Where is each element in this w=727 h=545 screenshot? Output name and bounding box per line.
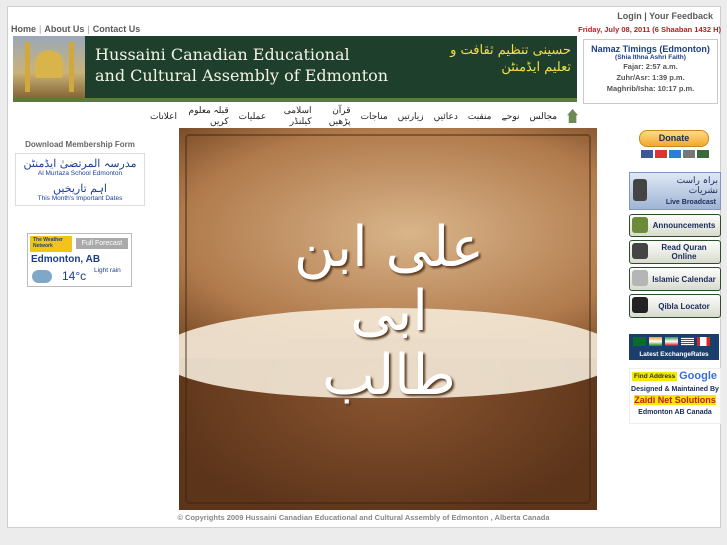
weather-network-logo: The Weather Network [30, 236, 72, 252]
visa-card-icon [641, 150, 653, 158]
namaz-title[interactable]: Namaz Timings (Edmonton) [584, 44, 717, 54]
iran-flag-icon [665, 337, 678, 346]
live-broadcast-button[interactable]: براہ راست نشریات Live Broadcast [629, 172, 721, 210]
main-calligraphy-image: علی ابن ابی طالب [179, 128, 597, 510]
zuhr-time: Zuhr/Asr: 1:39 p.m. [616, 73, 685, 82]
banner-strip [13, 98, 577, 102]
nav-quran[interactable]: قرآن پڑھیں [322, 105, 351, 127]
announcements-label: Announcements [652, 221, 716, 230]
banner-title: Hussaini Canadian Educational and Cultur… [95, 44, 388, 86]
banner-title-line2: and Cultural Assembly of Edmonton [95, 66, 389, 85]
top-nav-right: Login | Your Feedback [617, 11, 713, 21]
designed-by-label: Designed & Maintained By [631, 386, 719, 393]
zaidi-net-solutions-label: Zaidi Net Solutions [634, 395, 716, 405]
nav-manqabat[interactable]: منقبت [468, 111, 492, 122]
rain-cloud-icon [32, 270, 52, 283]
left-sidebar: Download Membership Form مدرسہ المرتضیٰ … [15, 140, 145, 206]
madrasa-en: Al Murtaza School Edmonton [37, 170, 123, 177]
mastercard-icon [655, 150, 667, 158]
separator: | [644, 11, 647, 21]
exchange-rates-link[interactable]: Latest ExchangeRates [629, 334, 719, 360]
payment-cards-icons [641, 150, 709, 158]
weather-city: Edmonton, AB [31, 254, 101, 265]
dates-urdu: اہم تاریخیں [53, 182, 107, 195]
madrasa-box[interactable]: مدرسہ المرتضیٰ ایڈمنٹن Al Murtaza School… [15, 153, 145, 206]
read-quran-button[interactable]: Read Quran Online [629, 240, 721, 264]
footer-copyright: © Copyrights 2009 Hussaini Canadian Educ… [177, 513, 550, 522]
nav-munajat[interactable]: مناجات [361, 111, 388, 122]
read-quran-label: Read Quran Online [661, 243, 707, 261]
date-line: Friday, July 08, 2011 (6 Shaaban 1432 H) [578, 25, 721, 34]
flags-row [633, 337, 710, 346]
islamic-calendar-button[interactable]: Islamic Calendar [629, 267, 721, 291]
namaz-subtitle: (Shia Ithna Ashri Faith) [615, 54, 686, 61]
banner-title-line1: Hussaini Canadian Educational [95, 45, 350, 64]
bank-icon [697, 150, 709, 158]
site-banner[interactable]: Hussaini Canadian Educational and Cultur… [13, 36, 577, 102]
golden-dome [35, 50, 63, 78]
kaaba-icon [632, 297, 648, 313]
contact-link[interactable]: Contact Us [93, 24, 141, 34]
india-flag-icon [649, 337, 662, 346]
microphone-icon [633, 179, 647, 201]
donate-widget[interactable]: Donate [635, 128, 715, 164]
nav-majalis[interactable]: مجالس [530, 111, 558, 122]
full-forecast-button[interactable]: Full Forecast [76, 238, 128, 249]
dates-en: This Month's Important Dates [37, 195, 123, 202]
designer-credit[interactable]: Find Address Google Designed & Maintaine… [629, 368, 721, 424]
google-logo: Google [679, 370, 717, 382]
feedback-link[interactable]: Your Feedback [649, 11, 713, 21]
discover-card-icon [683, 150, 695, 158]
weather-temp: 14°c [62, 269, 87, 283]
live-urdu: براہ راست نشریات [676, 176, 718, 196]
announcements-button[interactable]: Announcements [629, 214, 721, 237]
main-nav: مجالس نوحے منقبت دعائیں زیارتیں مناجات ق… [150, 105, 578, 127]
minaret-left [25, 42, 30, 92]
find-address-label: Find Address [632, 372, 678, 381]
fajr-time: Fajar: 2:57 a.m. [623, 62, 678, 71]
home-link[interactable]: Home [11, 24, 36, 34]
nav-qibla[interactable]: قبلہ معلوم کریں [187, 105, 229, 127]
quran-book-icon [632, 243, 648, 259]
qibla-locator-label: Qibla Locator [658, 301, 710, 311]
right-sidebar: Donate براہ راست نشریات Live Broadcast A… [629, 128, 721, 424]
login-link[interactable]: Login [617, 11, 642, 21]
separator: | [39, 24, 42, 34]
qibla-locator-button[interactable]: Qibla Locator [629, 294, 721, 318]
nav-elanat[interactable]: اعلانات [150, 111, 177, 122]
checkmark-icon [632, 217, 648, 233]
pakistan-flag-icon [633, 337, 646, 346]
maghrib-time: Maghrib/Isha: 10:17 p.m. [606, 84, 695, 93]
nav-duain[interactable]: دعائیں [434, 111, 458, 122]
canada-flag-icon [697, 337, 710, 346]
shrine-image [13, 36, 85, 102]
amex-card-icon [669, 150, 681, 158]
live-en: Live Broadcast [665, 199, 716, 206]
separator: | [87, 24, 90, 34]
nav-calendar[interactable]: اسلامی کیلنڈر [276, 105, 312, 127]
islamic-calendar-label: Islamic Calendar [652, 274, 716, 284]
namaz-timings-panel: Namaz Timings (Edmonton) (Shia Ithna Ash… [583, 39, 718, 104]
home-icon[interactable] [567, 109, 578, 123]
calligraphy-text: علی ابن ابی طالب [293, 215, 485, 408]
madrasa-urdu: مدرسہ المرتضیٰ ایڈمنٹن [23, 157, 137, 170]
minaret-right [69, 42, 74, 92]
nav-nohay[interactable]: نوحے [502, 111, 520, 122]
download-form-link[interactable]: Download Membership Form [15, 140, 145, 149]
banner-title-urdu: حسینی تنظیم ثقافت و تعلیم ایڈمنٹن [450, 43, 571, 75]
weather-widget[interactable]: The Weather Network Full Forecast Edmont… [27, 233, 132, 287]
zaidi-city-label: Edmonton AB Canada [638, 409, 712, 416]
exchange-rates-label: Latest ExchangeRates [639, 351, 709, 358]
top-nav-left: Home | About Us | Contact Us [11, 24, 140, 34]
usa-flag-icon [681, 337, 694, 346]
donate-button[interactable]: Donate [639, 130, 709, 147]
about-link[interactable]: About Us [44, 24, 84, 34]
calendar-icon [632, 270, 648, 286]
nav-ziyaraten[interactable]: زیارتیں [398, 111, 424, 122]
weather-condition: Light rain [94, 267, 121, 274]
nav-amaliyat[interactable]: عملیات [239, 111, 266, 122]
